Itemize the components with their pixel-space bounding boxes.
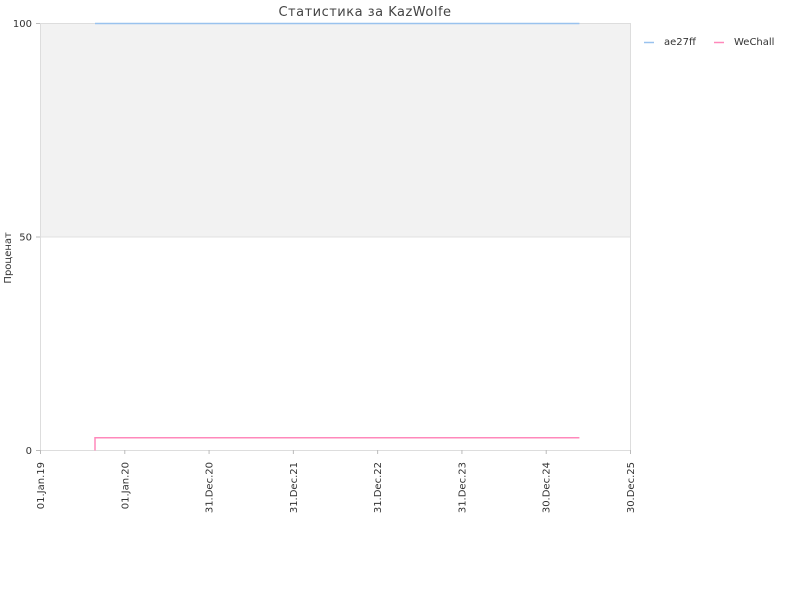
y-tick-label: 100 (13, 19, 32, 30)
chart-title: Статистика за KazWolfe (278, 5, 451, 20)
y-axis-label: Проценат (3, 232, 14, 284)
legend-label-ae27ff: ae27ff (664, 37, 697, 48)
x-tick-label: 01.Jan.19 (36, 462, 47, 509)
x-tick-label: 31.Dec.21 (289, 462, 300, 513)
x-tick-label: 31.Dec.23 (457, 462, 468, 513)
x-tick-label: 31.Dec.22 (373, 462, 384, 513)
y-tick-label: 50 (19, 233, 32, 244)
x-tick-label: 30.Dec.25 (626, 462, 637, 513)
x-tick-label: 30.Dec.24 (542, 462, 553, 513)
y-tick-label: 0 (26, 446, 32, 457)
x-tick-label: 31.Dec.20 (205, 462, 216, 513)
x-tick-label: 01.Jan.20 (120, 462, 131, 509)
shaded-band (40, 23, 630, 237)
chart: 0 50 100 01.Jan.19 01.Jan.20 31.Dec.20 31.Dec… (0, 0, 800, 600)
legend-label-wechall: WeChall (734, 37, 774, 48)
